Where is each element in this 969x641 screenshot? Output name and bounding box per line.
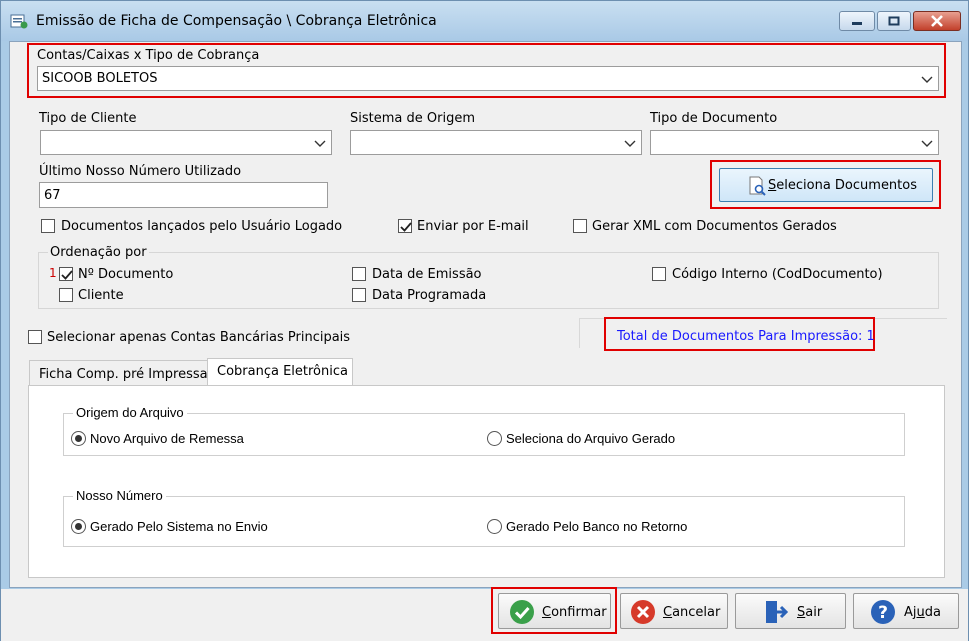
svg-text:?: ? — [878, 603, 888, 623]
doc-number-label: Nº Documento — [78, 267, 174, 282]
minimize-button[interactable] — [839, 11, 875, 31]
generated-file-radio[interactable] — [487, 431, 502, 446]
last-number-value: 67 — [44, 188, 61, 203]
radio-selected-dot — [75, 435, 82, 442]
client-checkbox[interactable] — [59, 288, 73, 302]
radio-selected-dot — [75, 523, 82, 530]
gen-xml-checkbox[interactable] — [573, 219, 587, 233]
document-search-icon — [749, 176, 766, 196]
docs-by-user-label: Documentos lançados pelo Usuário Logado — [61, 219, 343, 234]
title-bar[interactable]: Emissão de Ficha de Compensação \ Cobran… — [1, 1, 968, 41]
client-type-select[interactable] — [40, 130, 332, 155]
chevron-down-icon — [624, 140, 636, 147]
main-accounts-label: Selecionar apenas Contas Bancárias Princ… — [47, 330, 351, 345]
new-file-radio[interactable] — [71, 431, 86, 446]
help-label: Ajuda — [904, 605, 941, 620]
maximize-button[interactable] — [877, 11, 911, 31]
help-button[interactable]: ? Ajuda — [853, 593, 959, 629]
file-origin-title: Origem do Arquivo — [73, 405, 187, 420]
select-documents-label: Seleciona Documentos — [768, 178, 917, 193]
tab-electronic-label: Cobrança Eletrônica — [217, 364, 348, 379]
exit-button[interactable]: Sair — [735, 593, 846, 629]
internal-code-checkbox[interactable] — [652, 267, 666, 281]
checkmark-icon — [61, 270, 73, 280]
doc-type-select[interactable] — [650, 130, 939, 155]
origin-system-label: Sistema de Origem — [350, 111, 475, 126]
close-icon — [931, 15, 943, 27]
chevron-down-icon — [921, 140, 933, 147]
chevron-down-icon — [314, 140, 326, 147]
main-window: Emissão de Ficha de Compensação \ Cobran… — [0, 0, 969, 641]
exit-label: Sair — [797, 605, 823, 620]
chevron-down-icon — [921, 76, 933, 83]
close-button[interactable] — [913, 11, 961, 31]
check-circle-icon — [510, 600, 534, 624]
last-number-label: Último Nosso Número Utilizado — [39, 164, 242, 179]
account-label: Contas/Caixas x Tipo de Cobrança — [37, 48, 260, 63]
tab-panel-electronic: Origem do Arquivo Novo Arquivo de Remess… — [28, 385, 945, 578]
maximize-icon — [888, 16, 900, 26]
send-email-checkbox[interactable] — [398, 219, 412, 233]
issue-date-label: Data de Emissão — [372, 267, 482, 282]
by-system-label: Gerado Pelo Sistema no Envio — [90, 519, 268, 534]
window-title: Emissão de Ficha de Compensação \ Cobran… — [36, 13, 437, 29]
cancel-circle-icon — [631, 600, 655, 624]
confirm-button[interactable]: Confirmar — [498, 593, 611, 629]
send-email-label: Enviar por E-mail — [417, 219, 529, 234]
minimize-icon — [852, 22, 862, 25]
internal-code-label: Código Interno (CodDocumento) — [672, 267, 883, 282]
docs-by-user-checkbox[interactable] — [41, 219, 55, 233]
scheduled-date-checkbox[interactable] — [352, 288, 366, 302]
ordering-title: Ordenação por — [48, 245, 149, 260]
account-value: SICOOB BOLETOS — [42, 71, 158, 86]
by-bank-radio[interactable] — [487, 519, 502, 534]
select-documents-button[interactable]: Seleciona Documentos — [719, 168, 933, 202]
cancel-label: Cancelar — [663, 605, 721, 620]
by-bank-label: Gerado Pelo Banco no Retorno — [506, 519, 688, 534]
scheduled-date-label: Data Programada — [372, 288, 487, 303]
by-system-radio[interactable] — [71, 519, 86, 534]
doc-type-label: Tipo de Documento — [650, 111, 778, 126]
client-type-label: Tipo de Cliente — [39, 111, 137, 126]
tab-preprinted[interactable]: Ficha Comp. pré Impressa — [29, 360, 208, 386]
issue-date-checkbox[interactable] — [352, 267, 366, 281]
total-docs-text: Total de Documentos Para Impressão: 1 — [617, 329, 875, 344]
tab-electronic[interactable]: Cobrança Eletrônica — [207, 358, 353, 386]
client-label: Cliente — [78, 288, 124, 303]
exit-door-icon — [766, 601, 789, 623]
checkmark-icon — [400, 222, 412, 232]
account-select[interactable]: SICOOB BOLETOS — [37, 66, 939, 91]
form-area: Contas/Caixas x Tipo de Cobrança SICOOB … — [9, 41, 962, 588]
tab-preprinted-label: Ficha Comp. pré Impressa — [39, 367, 208, 382]
generated-file-label: Seleciona do Arquivo Gerado — [506, 431, 676, 446]
doc-number-checkbox[interactable] — [59, 267, 73, 281]
our-number-title: Nosso Número — [73, 488, 166, 503]
button-bar: Confirmar Cancelar Sair ? Ajuda — [1, 587, 968, 641]
confirm-label: Confirmar — [542, 605, 607, 620]
new-file-label: Novo Arquivo de Remessa — [90, 431, 244, 446]
gen-xml-label: Gerar XML com Documentos Gerados — [592, 219, 837, 234]
order-badge: 1 — [49, 266, 57, 280]
origin-system-select[interactable] — [350, 130, 642, 155]
help-circle-icon: ? — [871, 600, 895, 624]
cancel-button[interactable]: Cancelar — [620, 593, 728, 629]
last-number-input[interactable]: 67 — [39, 182, 328, 208]
app-icon — [10, 14, 28, 29]
main-accounts-checkbox[interactable] — [28, 330, 42, 344]
